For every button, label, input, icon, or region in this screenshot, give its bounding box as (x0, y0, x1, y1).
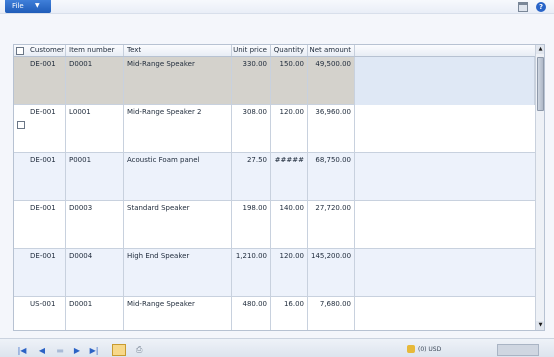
unit-price-cell[interactable]: 308.00 (232, 105, 271, 153)
help-icon[interactable]: ? (536, 2, 546, 12)
item-number-cell[interactable]: D0001 (66, 57, 124, 105)
column-header-item-number[interactable]: Item number (66, 45, 124, 56)
customer-cell[interactable]: DE-001 (27, 57, 66, 105)
net-amount-cell[interactable]: 49,500.00 (308, 57, 355, 105)
document-icon[interactable] (112, 344, 126, 356)
unit-price-cell[interactable]: 1,210.00 (232, 249, 271, 297)
item-number-cell[interactable]: L0001 (66, 105, 124, 153)
customer-cell[interactable]: DE-001 (27, 249, 66, 297)
status-text: (0) USD (418, 346, 442, 353)
unit-price-cell[interactable]: 330.00 (232, 57, 271, 105)
invoice-lines-grid: Customer Item number Text Unit price Qua… (13, 44, 545, 331)
previous-record-icon[interactable]: ◀ (37, 346, 47, 356)
bottom-navigation-bar: |◀ ◀ ▬ ▶ ▶| ⎙ (0) USD (0, 338, 554, 357)
table-row[interactable]: DE-001 D0004 High End Speaker 1,210.00 1… (14, 249, 535, 297)
quantity-cell[interactable]: ##### (271, 153, 308, 201)
column-header-text[interactable]: Text (124, 45, 232, 56)
column-header-unit-price[interactable]: Unit price (232, 45, 271, 56)
text-cell[interactable]: Mid-Range Speaker 2 (124, 105, 232, 153)
window-icon[interactable] (518, 2, 528, 12)
close-button[interactable] (497, 344, 539, 356)
notification-icon[interactable] (407, 345, 415, 353)
table-row[interactable]: DE-001 D0003 Standard Speaker 198.00 140… (14, 201, 535, 249)
quantity-cell[interactable]: 120.00 (271, 105, 308, 153)
quantity-cell[interactable]: 120.00 (271, 249, 308, 297)
first-record-icon[interactable]: |◀ (17, 346, 27, 356)
unit-price-cell[interactable]: 480.00 (232, 297, 271, 330)
net-amount-cell[interactable]: 145,200.00 (308, 249, 355, 297)
vertical-scrollbar[interactable]: ▲ ▼ (535, 45, 544, 330)
item-number-cell[interactable]: D0001 (66, 297, 124, 330)
next-record-icon[interactable]: ▶ (72, 346, 82, 356)
customer-cell[interactable]: DE-001 (27, 153, 66, 201)
text-cell[interactable]: Mid-Range Speaker (124, 57, 232, 105)
customer-cell[interactable]: DE-001 (27, 105, 66, 153)
net-amount-cell[interactable]: 36,960.00 (308, 105, 355, 153)
unit-price-cell[interactable]: 198.00 (232, 201, 271, 249)
text-cell[interactable]: High End Speaker (124, 249, 232, 297)
file-menu-button[interactable]: File ▼ (5, 0, 51, 13)
scroll-down-icon[interactable]: ▼ (536, 321, 544, 330)
chevron-down-icon: ▼ (35, 2, 40, 9)
quantity-cell[interactable]: 140.00 (271, 201, 308, 249)
record-indicator-icon: ▬ (56, 346, 64, 355)
item-number-cell[interactable]: P0001 (66, 153, 124, 201)
item-number-cell[interactable]: D0003 (66, 201, 124, 249)
scroll-up-icon[interactable]: ▲ (536, 45, 544, 54)
text-cell[interactable]: Mid-Range Speaker (124, 297, 232, 330)
table-row[interactable]: DE-001 P0001 Acoustic Foam panel 27.50 #… (14, 153, 535, 201)
customer-cell[interactable]: US-001 (27, 297, 66, 330)
column-header-customer[interactable]: Customer (27, 45, 66, 56)
quantity-cell[interactable]: 150.00 (271, 57, 308, 105)
table-row[interactable]: US-001 D0001 Mid-Range Speaker 480.00 16… (14, 297, 535, 330)
net-amount-cell[interactable]: 7,680.00 (308, 297, 355, 330)
text-cell[interactable]: Standard Speaker (124, 201, 232, 249)
customer-cell[interactable]: DE-001 (27, 201, 66, 249)
last-record-icon[interactable]: ▶| (89, 346, 99, 356)
column-header-quantity[interactable]: Quantity (271, 45, 308, 56)
file-menu-label: File (12, 2, 24, 10)
item-number-cell[interactable]: D0004 (66, 249, 124, 297)
scrollbar-thumb[interactable] (537, 57, 544, 111)
unit-price-cell[interactable]: 27.50 (232, 153, 271, 201)
net-amount-cell[interactable]: 68,750.00 (308, 153, 355, 201)
quantity-cell[interactable]: 16.00 (271, 297, 308, 330)
table-row[interactable]: DE-001 L0001 Mid-Range Speaker 2 308.00 … (14, 105, 535, 153)
select-all-checkbox[interactable] (16, 47, 24, 55)
top-toolbar: File ▼ ? (0, 0, 554, 14)
attachment-icon[interactable]: ⎙ (136, 345, 146, 355)
empty-cell (355, 57, 535, 105)
table-row[interactable]: DE-001 D0001 Mid-Range Speaker 330.00 15… (14, 57, 535, 105)
text-cell[interactable]: Acoustic Foam panel (124, 153, 232, 201)
column-header-net-amount[interactable]: Net amount (308, 45, 355, 56)
net-amount-cell[interactable]: 27,720.00 (308, 201, 355, 249)
grid-header: Customer Item number Text Unit price Qua… (14, 45, 544, 57)
